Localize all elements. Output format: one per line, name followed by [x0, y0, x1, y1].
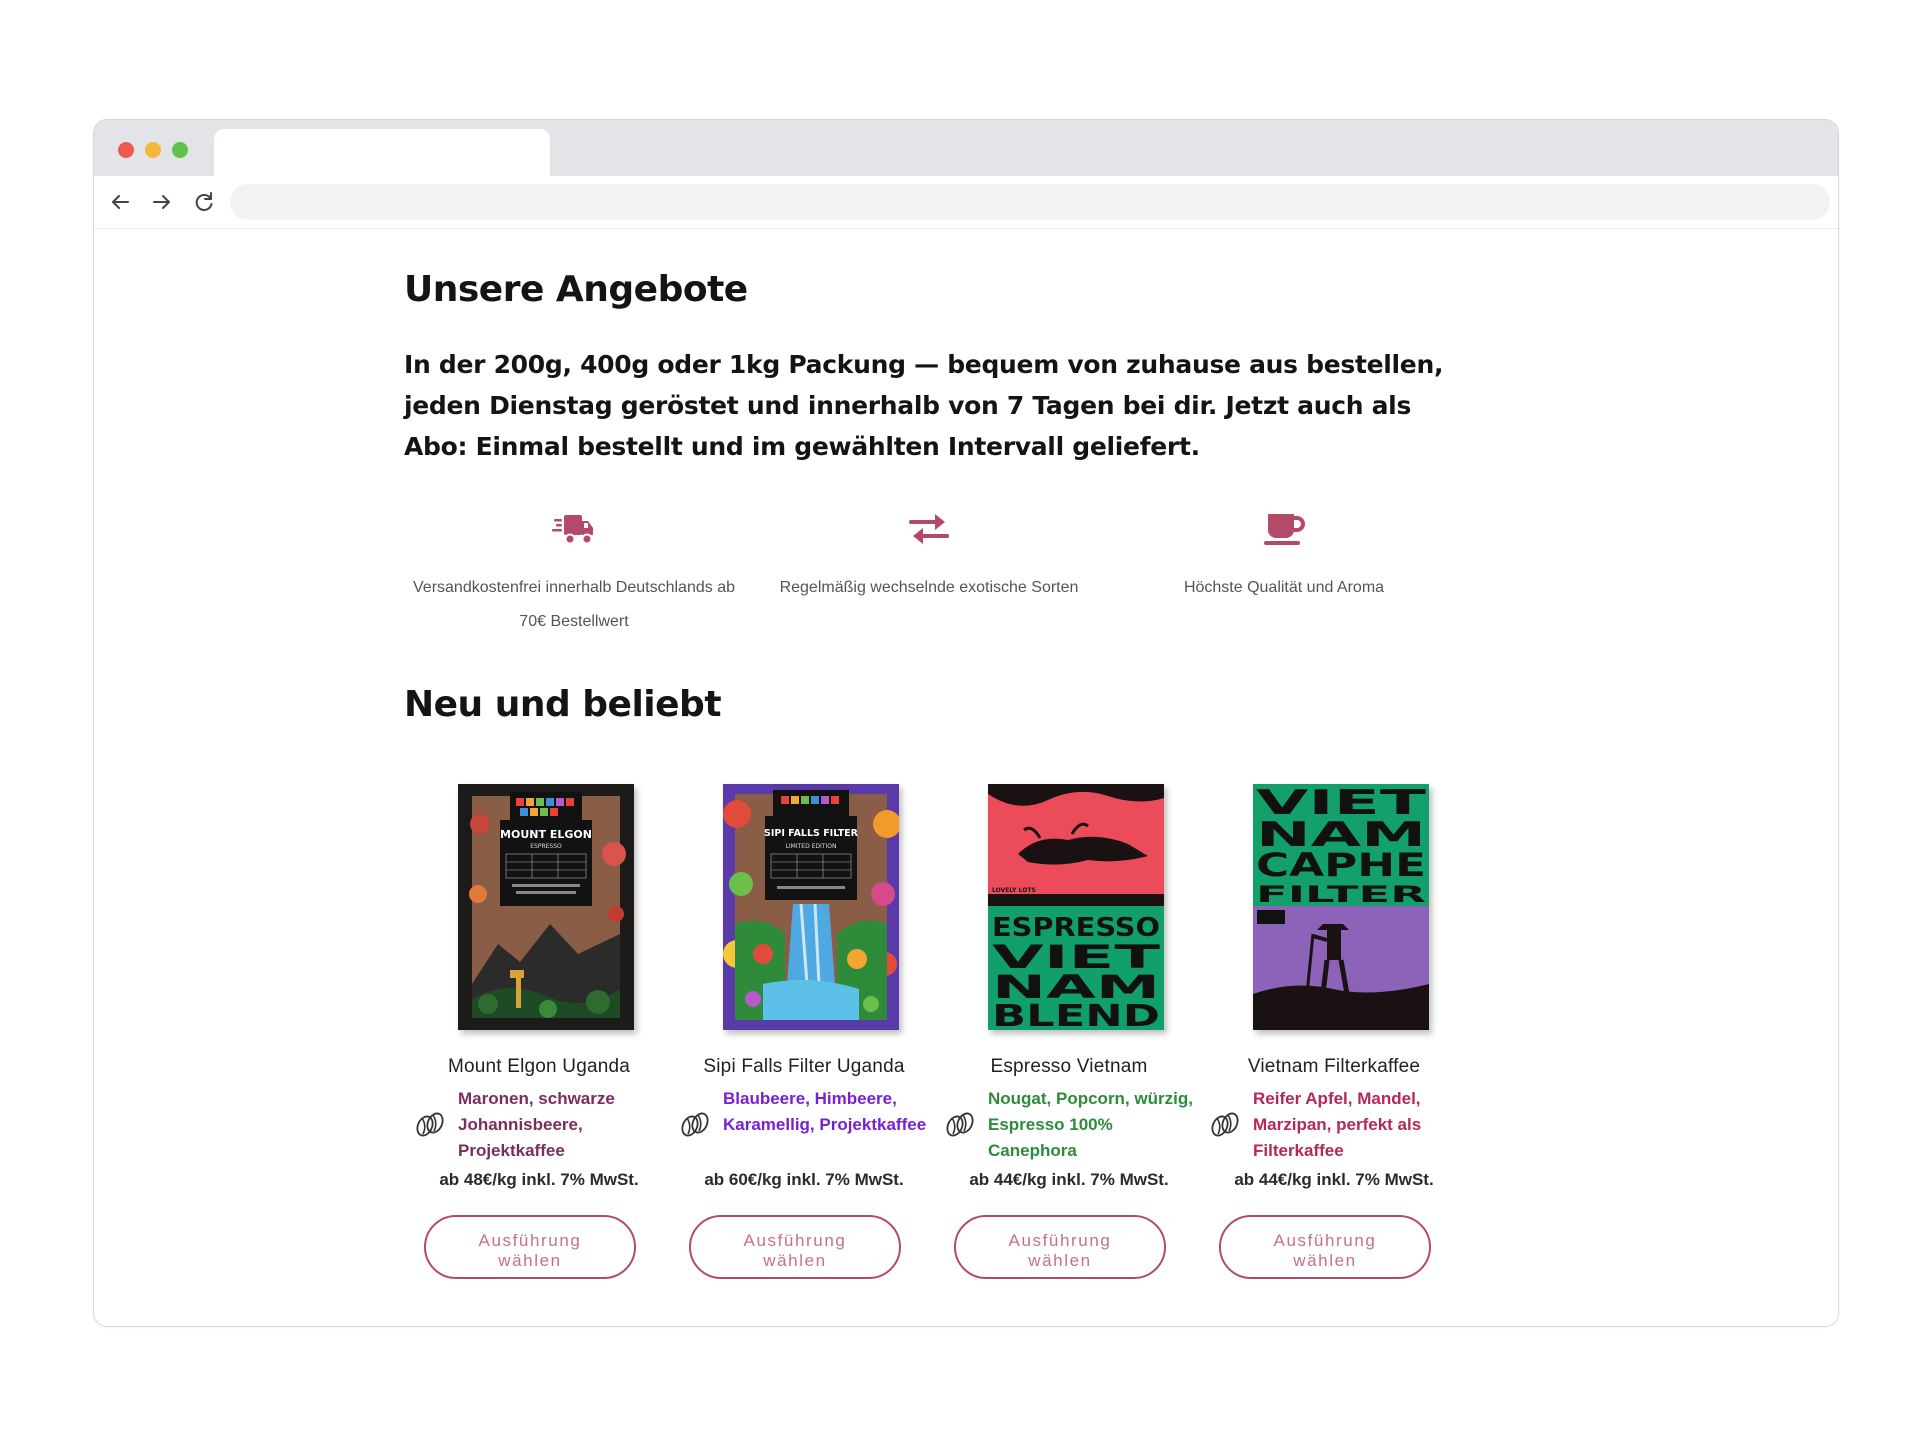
- pack-label: MOUNT ELGON: [500, 828, 592, 841]
- pack-label: LIMITED EDITION: [786, 843, 837, 850]
- product-card-espresso-vietnam: LOVELY LOTS ESPRESSO VIET NAM BLEND Espr…: [944, 784, 1194, 1279]
- flavor-notes-row: Blaubeere, Himbeere, Karamellig, Projekt…: [679, 1086, 929, 1166]
- feature-item-shipping: Versandkostenfrei innerhalb Deutschlands…: [404, 509, 744, 639]
- product-price: ab 60€/kg inkl. 7% MwSt.: [704, 1170, 904, 1189]
- pack-label: FILTER: [1256, 883, 1426, 908]
- delivery-truck-icon: [552, 509, 596, 549]
- pack-label: CAPHE: [1256, 846, 1426, 884]
- flavor-notes: Blaubeere, Himbeere, Karamellig, Projekt…: [723, 1089, 927, 1134]
- choose-variant-button[interactable]: Ausführung wählen: [954, 1215, 1166, 1279]
- product-card-vietnam-filter: VIET NAM CAPHE FILTER Vietnam Filterkaff…: [1209, 784, 1459, 1279]
- feature-item-quality: Höchste Qualität und Aroma: [1114, 509, 1454, 605]
- back-arrow-icon[interactable]: [106, 188, 134, 216]
- browser-toolbar: [94, 176, 1838, 229]
- feature-text: Regelmäßig wechselnde exotische Sorten: [779, 579, 1079, 596]
- product-price: ab 48€/kg inkl. 7% MwSt.: [439, 1170, 639, 1189]
- choose-variant-button[interactable]: Ausführung wählen: [689, 1215, 901, 1279]
- coffee-cup-icon: [1262, 509, 1306, 549]
- coffee-bean-icon: [944, 1108, 976, 1140]
- product-name[interactable]: Sipi Falls Filter Uganda: [679, 1056, 929, 1078]
- intro-text: In der 200g, 400g oder 1kg Packung — beq…: [404, 350, 1444, 461]
- product-name[interactable]: Mount Elgon Uganda: [414, 1056, 664, 1078]
- browser-window: Unsere Angebote In der 200g, 400g oder 1…: [93, 119, 1839, 1327]
- coffee-bean-icon: [679, 1108, 711, 1140]
- coffee-bean-icon: [414, 1108, 446, 1140]
- product-name[interactable]: Vietnam Filterkaffee: [1209, 1056, 1459, 1078]
- flavor-notes-row: Reifer Apfel, Mandel, Marzipan, perfekt …: [1209, 1086, 1459, 1166]
- section-title: Neu und beliebt: [404, 684, 722, 725]
- product-grid: MOUNT ELGON ESPRESSO Mount Elgon Uganda …: [414, 784, 1484, 1304]
- tab-bar: [94, 120, 1838, 176]
- maximize-window-button[interactable]: [172, 142, 188, 158]
- close-window-button[interactable]: [118, 142, 134, 158]
- flavor-notes: Nougat, Popcorn, würzig, Espresso 100% C…: [988, 1089, 1193, 1160]
- reload-icon[interactable]: [190, 188, 218, 216]
- pack-label: SIPI FALLS FILTER: [764, 828, 859, 839]
- address-bar[interactable]: [230, 184, 1830, 220]
- flavor-notes: Maronen, schwarze Johannisbeere, Projekt…: [458, 1089, 615, 1160]
- exchange-arrows-icon: [907, 509, 951, 549]
- product-image[interactable]: SIPI FALLS FILTER LIMITED EDITION: [723, 784, 899, 1030]
- choose-variant-button[interactable]: Ausführung wählen: [424, 1215, 636, 1279]
- choose-variant-button[interactable]: Ausführung wählen: [1219, 1215, 1431, 1279]
- product-name[interactable]: Espresso Vietnam: [944, 1056, 1194, 1078]
- product-price: ab 44€/kg inkl. 7% MwSt.: [969, 1170, 1169, 1189]
- product-image[interactable]: VIET NAM CAPHE FILTER: [1253, 784, 1429, 1030]
- product-price: ab 44€/kg inkl. 7% MwSt.: [1234, 1170, 1434, 1189]
- flavor-notes-row: Maronen, schwarze Johannisbeere, Projekt…: [414, 1086, 664, 1166]
- forward-arrow-icon[interactable]: [148, 188, 176, 216]
- page-content: Unsere Angebote In der 200g, 400g oder 1…: [94, 229, 1838, 1326]
- product-image[interactable]: LOVELY LOTS ESPRESSO VIET NAM BLEND: [988, 784, 1164, 1030]
- product-image[interactable]: MOUNT ELGON ESPRESSO: [458, 784, 634, 1030]
- product-card-mount-elgon: MOUNT ELGON ESPRESSO Mount Elgon Uganda …: [414, 784, 664, 1279]
- feature-item-variety: Regelmäßig wechselnde exotische Sorten: [759, 509, 1099, 605]
- svg-text:LOVELY LOTS: LOVELY LOTS: [992, 887, 1036, 894]
- pack-label: BLEND: [992, 999, 1160, 1030]
- feature-list: Versandkostenfrei innerhalb Deutschlands…: [404, 509, 1464, 649]
- page-title: Unsere Angebote: [404, 269, 748, 310]
- browser-tab[interactable]: [214, 129, 550, 176]
- coffee-bean-icon: [1209, 1108, 1241, 1140]
- flavor-notes-row: Nougat, Popcorn, würzig, Espresso 100% C…: [944, 1086, 1194, 1166]
- pack-label: ESPRESSO: [530, 843, 562, 850]
- flavor-notes: Reifer Apfel, Mandel, Marzipan, perfekt …: [1253, 1089, 1422, 1160]
- minimize-window-button[interactable]: [145, 142, 161, 158]
- product-card-sipi-falls: SIPI FALLS FILTER LIMITED EDITION Sipi F…: [679, 784, 929, 1279]
- feature-text: Versandkostenfrei innerhalb Deutschlands…: [413, 579, 735, 630]
- feature-text: Höchste Qualität und Aroma: [1183, 579, 1385, 596]
